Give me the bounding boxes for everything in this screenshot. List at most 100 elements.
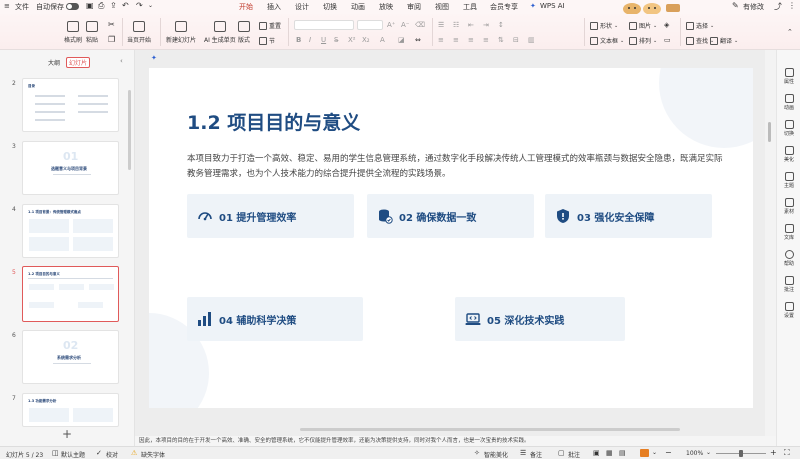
reading-view-icon[interactable]: ▤ (619, 449, 626, 457)
slide-thumbnail[interactable]: 1.3 功能需求分析 (22, 393, 119, 427)
normal-view-icon[interactable]: ▣ (593, 449, 600, 457)
play-from-current-button[interactable]: 当页开始 (127, 21, 151, 44)
columns-icon[interactable]: ▥ (528, 36, 535, 44)
collapse-ribbon-icon[interactable]: ⌃ (787, 28, 793, 36)
card-security[interactable]: 03 强化安全保障 (545, 194, 712, 238)
grid-view-icon[interactable]: ▦ (606, 449, 613, 457)
indent-increase-icon[interactable]: ⇥ (483, 21, 489, 29)
save-icon[interactable]: ▣ (86, 1, 94, 10)
outline-icon[interactable]: ▭ (664, 36, 671, 44)
slide-title[interactable]: 1.2 项目目的与意义 (187, 108, 360, 135)
slide-thumbnail[interactable]: 02 系统需求分析 (22, 330, 119, 384)
font-name-input[interactable] (294, 20, 354, 30)
edit-status[interactable]: 有修改 (743, 2, 764, 12)
strikethrough-icon[interactable]: S̶ (334, 36, 338, 44)
redo-icon[interactable]: ↷ (136, 1, 143, 10)
clear-format-icon[interactable]: ⌫ (415, 21, 425, 29)
zoom-level[interactable]: 100% (686, 450, 703, 457)
subscript-icon[interactable]: X₂ (362, 36, 370, 44)
justify-icon[interactable]: ≡ (483, 36, 489, 44)
menu-icon[interactable]: ≡ (4, 2, 10, 10)
more-chevron-icon[interactable]: ⌄ (148, 2, 153, 9)
undo-icon[interactable]: ↶ (122, 1, 129, 10)
paste-button[interactable]: 粘贴 (86, 21, 98, 44)
card-decision-support[interactable]: 04 辅助科学决策 (187, 297, 363, 341)
ai-generate-button[interactable]: AI 生成单页 (204, 21, 236, 44)
tab-transition[interactable]: 切换 (323, 2, 337, 12)
new-slide-button[interactable]: 新建幻灯片 (166, 21, 196, 44)
slide-thumbnail[interactable]: 01 选题意义与项目背景 (22, 141, 119, 195)
canvas-vertical-scrollbar[interactable] (768, 122, 771, 142)
fit-window-icon[interactable]: ⛶ (784, 448, 790, 458)
slide-body-text[interactable]: 本项目致力于打造一个高效、稳定、易用的学生信息管理系统，通过数字化手段解决传统人… (187, 152, 727, 182)
tab-view[interactable]: 视图 (435, 2, 449, 12)
theme-name[interactable]: 默认主题 (61, 450, 85, 459)
font-size-input[interactable] (357, 20, 383, 30)
arrange-button[interactable]: 排列 ⌄ (629, 36, 657, 45)
tab-slides[interactable]: 幻灯片 (66, 57, 91, 68)
slide[interactable]: 1.2 项目目的与意义 本项目致力于打造一个高效、稳定、易用的学生信息管理系统，… (149, 68, 753, 408)
superscript-icon[interactable]: X² (348, 36, 356, 44)
comments-button[interactable]: 批注 (568, 450, 580, 459)
sidebar-animation[interactable]: 动画 (777, 94, 800, 111)
canvas-horizontal-scrollbar[interactable] (300, 428, 680, 431)
shape-button[interactable]: 形状 ⌄ (590, 21, 618, 30)
grow-font-icon[interactable]: A⁺ (387, 21, 395, 29)
align-right-icon[interactable]: ≡ (468, 36, 474, 44)
play-dropdown-icon[interactable]: ⌄ (652, 449, 657, 456)
font-color-icon[interactable]: A (380, 36, 385, 44)
export-icon[interactable]: ⇪ (110, 1, 117, 10)
underline-icon[interactable]: U (321, 36, 326, 44)
line-spacing-icon[interactable]: ↕ (498, 21, 504, 29)
sidebar-properties[interactable]: 属性 (777, 68, 800, 85)
share-icon[interactable]: ⤴ (774, 1, 782, 12)
tab-insert[interactable]: 插入 (267, 2, 281, 12)
tab-outline[interactable]: 大纲 (48, 58, 60, 67)
card-data-consistency[interactable]: 02 确保数据一致 (367, 194, 534, 238)
speaker-notes[interactable]: 因此，本项目的目的在于开发一个高效、准确、安全的管理系统，它不仅能提升管理效率，… (135, 436, 776, 446)
sidebar-help[interactable]: 帮助 (777, 250, 800, 267)
layout-button[interactable]: 版式 (238, 21, 250, 44)
bold-icon[interactable]: B (296, 36, 301, 44)
missing-font-button[interactable]: 缺失字体 (141, 450, 165, 459)
picture-button[interactable]: 图片 ⌄ (629, 21, 657, 30)
italic-icon[interactable]: I (309, 36, 311, 44)
tab-home[interactable]: 开始 (239, 2, 253, 15)
play-slideshow-icon[interactable] (640, 449, 649, 457)
section-button[interactable]: 节 (259, 36, 275, 45)
shrink-font-icon[interactable]: A⁻ (401, 21, 409, 29)
card-tech-practice[interactable]: 05 深化技术实践 (455, 297, 625, 341)
align-text-icon[interactable]: ⊟ (513, 36, 519, 44)
slide-thumbnail[interactable]: 目录 (22, 78, 119, 132)
text-direction-icon[interactable]: ⇅ (498, 36, 504, 44)
autosave-toggle[interactable] (66, 3, 79, 10)
collapse-panel-icon[interactable]: ‹ (120, 57, 123, 65)
copy-icon[interactable]: ❐ (108, 35, 115, 44)
panel-scrollbar[interactable] (128, 90, 131, 170)
menu-file[interactable]: 文件 (15, 2, 29, 12)
print-icon[interactable]: ⎙ (98, 1, 104, 11)
zoom-slider-thumb[interactable] (739, 450, 743, 457)
slide-thumbnail[interactable]: 1.1 项目背景：传统管理模式痛点 (22, 204, 119, 258)
sidebar-material[interactable]: 素材 (777, 198, 800, 215)
translate-button[interactable]: 翻译 ⌄ (710, 36, 738, 45)
highlight-icon[interactable]: ◪ (398, 36, 405, 44)
sidebar-beautify[interactable]: 美化 (777, 146, 800, 163)
indent-decrease-icon[interactable]: ⇤ (468, 21, 474, 29)
tab-review[interactable]: 审阅 (407, 2, 421, 12)
cut-icon[interactable]: ✂ (108, 20, 115, 29)
sidebar-theme[interactable]: 主题 (777, 172, 800, 189)
textbox-button[interactable]: 文本框 ⌄ (590, 36, 624, 45)
bullets-icon[interactable]: ☰ (438, 21, 444, 29)
add-slide-button[interactable]: + (62, 427, 72, 441)
reset-button[interactable]: 重置 (259, 21, 281, 30)
align-left-icon[interactable]: ≡ (438, 36, 444, 44)
tab-wps-ai[interactable]: WPS AI (540, 2, 565, 10)
card-improve-efficiency[interactable]: 01 提升管理效率 (187, 194, 354, 238)
char-spacing-icon[interactable]: ⇔ (415, 36, 421, 44)
numbering-icon[interactable]: ☷ (453, 21, 459, 29)
zoom-in-icon[interactable]: + (770, 448, 777, 457)
ai-assist-icon[interactable]: ✦ (151, 54, 157, 62)
align-center-icon[interactable]: ≡ (453, 36, 459, 44)
sidebar-transition[interactable]: 切换 (777, 120, 800, 137)
